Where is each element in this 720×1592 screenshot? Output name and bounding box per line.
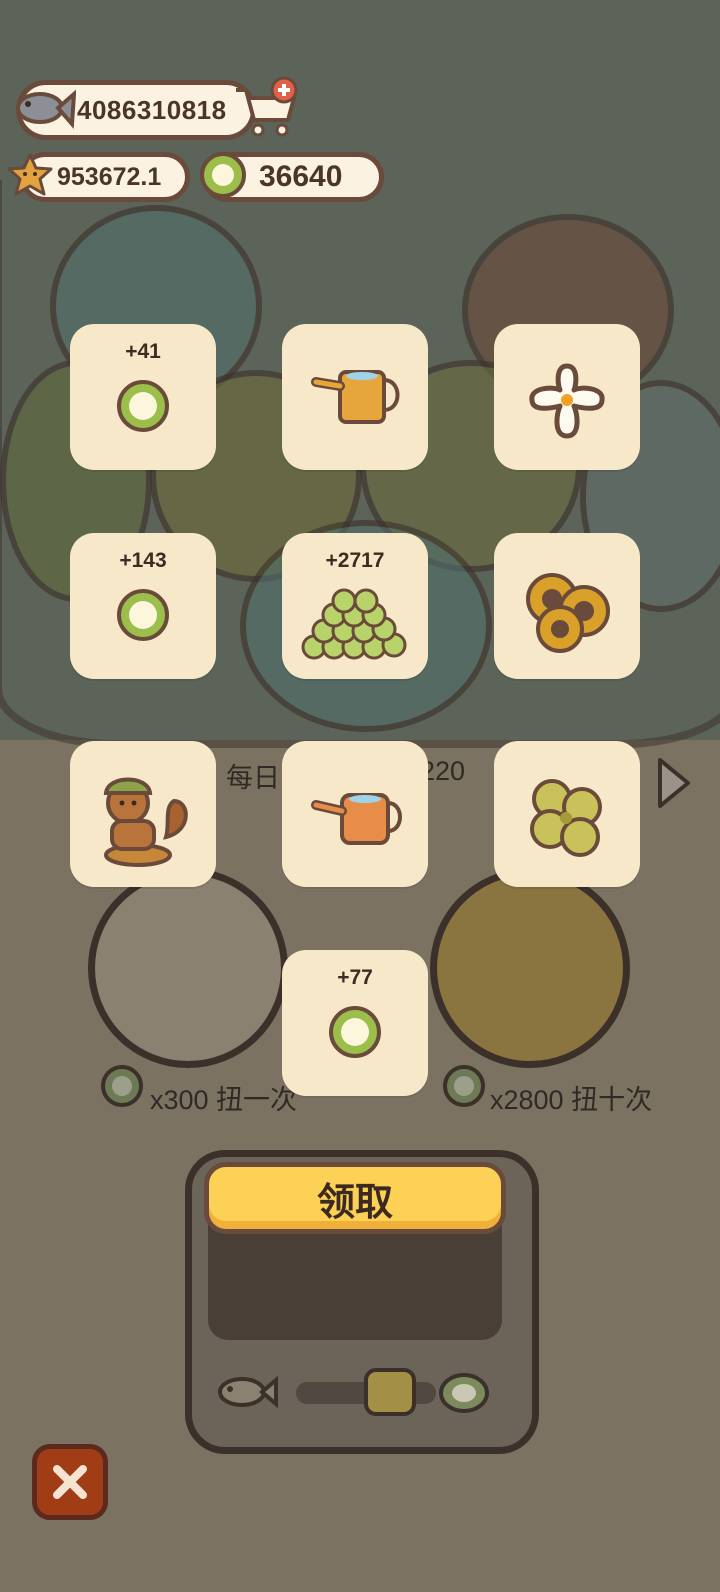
claim-button[interactable]: 领取 <box>204 1162 506 1234</box>
fish-icon <box>218 1375 278 1409</box>
reward-tile <box>494 533 640 679</box>
shop-cart-icon[interactable] <box>232 76 302 140</box>
machine-knob-right[interactable] <box>430 868 630 1068</box>
reward-tile: +2717 <box>282 533 428 679</box>
machine-knob-left[interactable] <box>88 868 288 1068</box>
spin-one-button[interactable]: x300 扭一次 <box>150 1078 297 1117</box>
reward-tile: +41 <box>70 324 216 470</box>
next-arrow-icon[interactable] <box>656 756 692 810</box>
reward-tile: +77 <box>282 950 428 1096</box>
coin-icon <box>117 380 169 432</box>
reward-tile <box>282 741 428 887</box>
reward-tile <box>282 324 428 470</box>
coin-pile-icon <box>301 588 407 660</box>
daily-label: 每日 <box>226 763 280 793</box>
reward-tile <box>70 741 216 887</box>
coin-icon <box>329 1006 381 1058</box>
coin-icon <box>200 152 246 198</box>
coin-icon <box>439 1373 489 1413</box>
reward-tile <box>494 741 640 887</box>
flower-icon <box>529 363 605 439</box>
close-icon <box>53 1465 87 1499</box>
star-count: 953672.1 <box>57 162 162 191</box>
watering-can-icon <box>311 793 402 845</box>
slider-handle[interactable] <box>364 1368 416 1416</box>
squirrel-character-icon <box>103 777 188 867</box>
fish-icon <box>16 89 76 129</box>
coin-count: 36640 <box>259 160 343 193</box>
reward-tile: +143 <box>70 533 216 679</box>
reward-tile <box>494 324 640 470</box>
star-icon <box>7 153 53 196</box>
close-button[interactable] <box>32 1444 108 1520</box>
fish-count: 4086310818 <box>77 94 227 125</box>
coin-icon <box>101 1065 143 1107</box>
spin-ten-button[interactable]: x2800 扭十次 <box>490 1078 652 1117</box>
sunflower-icon <box>526 573 610 653</box>
coin-icon <box>443 1065 485 1107</box>
coin-icon <box>117 589 169 641</box>
watering-can-icon <box>311 370 400 424</box>
clover-icon <box>530 779 602 857</box>
